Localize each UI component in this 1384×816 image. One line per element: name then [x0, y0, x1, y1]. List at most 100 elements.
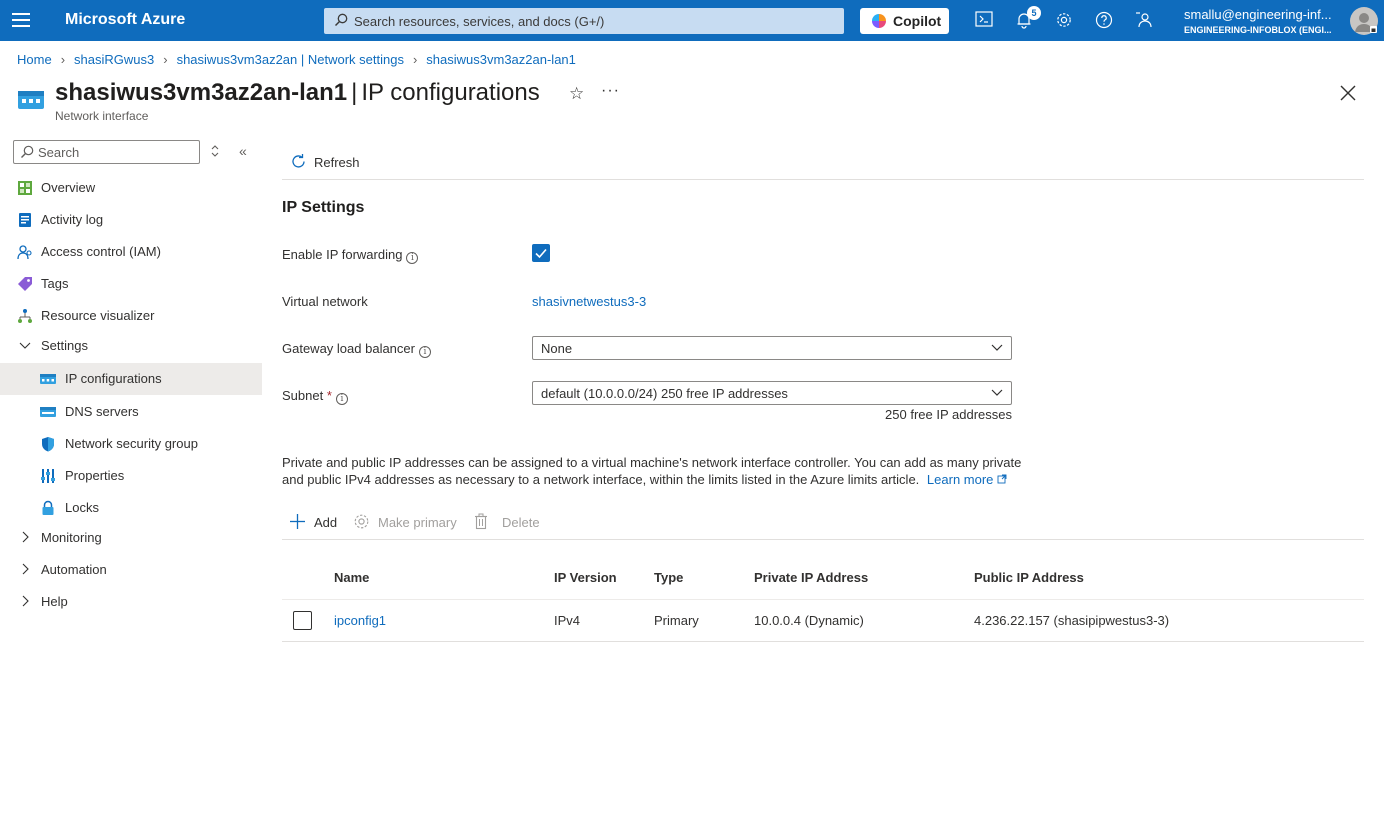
row-select-checkbox[interactable] — [293, 611, 312, 630]
info-icon[interactable]: i — [335, 393, 348, 405]
ip-forwarding-checkbox[interactable] — [532, 244, 550, 262]
nav-group-monitoring[interactable]: Monitoring — [0, 522, 262, 554]
gateway-lb-label: Gateway load balancer i — [282, 341, 431, 358]
info-icon[interactable]: i — [406, 252, 419, 264]
copilot-button[interactable]: Copilot — [860, 8, 949, 34]
search-icon — [334, 13, 348, 27]
nav-item-label: Help — [41, 594, 68, 609]
global-search[interactable] — [324, 8, 844, 34]
nav-group-help[interactable]: Help — [0, 586, 262, 618]
subnet-value: default (10.0.0.0/24) 250 free IP addres… — [541, 386, 788, 401]
ip-version-cell: IPv4 — [554, 613, 581, 628]
nav-item-label: Resource visualizer — [41, 308, 155, 323]
nav-search[interactable] — [13, 140, 200, 164]
ipconfig-name-link[interactable]: ipconfig1 — [334, 613, 386, 628]
network-interface-icon — [18, 91, 44, 109]
make-primary-label: Make primary — [378, 515, 457, 530]
account-email[interactable]: smallu@engineering-inf... — [1184, 7, 1344, 22]
menu-icon[interactable] — [12, 13, 30, 27]
lock-icon — [42, 500, 54, 515]
notifications-bell-icon[interactable]: 5 — [1015, 6, 1041, 31]
nav-item-label: Monitoring — [41, 530, 102, 545]
global-search-input[interactable] — [354, 8, 834, 34]
info-icon[interactable]: i — [418, 346, 431, 358]
chevron-down-icon — [991, 344, 1003, 351]
top-bar: Microsoft Azure Copilot 5 smallu@enginee… — [0, 0, 1384, 41]
nav-item-label: Tags — [41, 276, 69, 291]
more-options-icon[interactable]: ··· — [601, 82, 620, 100]
breadcrumb-home[interactable]: Home — [17, 52, 52, 67]
sort-icon[interactable] — [210, 145, 220, 157]
gateway-lb-dropdown[interactable]: None — [532, 336, 1012, 360]
copilot-logo-icon — [872, 14, 886, 28]
brand-name[interactable]: Microsoft Azure — [65, 11, 185, 29]
favorite-star-icon[interactable]: ☆ — [569, 84, 584, 104]
resource-type: Network interface — [55, 109, 149, 123]
nav-item-overview[interactable]: Overview — [0, 172, 262, 204]
breadcrumb: Home › shasiRGwus3 › shasiwus3vm3az2an |… — [17, 52, 576, 67]
nav-item-activity-log[interactable]: Activity log — [0, 204, 262, 236]
virtual-network-link[interactable]: shasivnetwestus3-3 — [532, 294, 646, 309]
nav-item-access-control[interactable]: Access control (IAM) — [0, 236, 262, 268]
avatar[interactable] — [1350, 7, 1378, 35]
page-name: IP configurations — [361, 79, 540, 106]
column-header-ip-version[interactable]: IP Version — [554, 570, 617, 585]
dns-icon — [40, 407, 56, 417]
table-row[interactable]: ipconfig1 IPv4 Primary 10.0.0.4 (Dynamic… — [282, 600, 1364, 642]
nav-item-locks[interactable]: Locks — [0, 492, 262, 524]
nav-search-input[interactable] — [38, 141, 196, 163]
column-header-name[interactable]: Name — [334, 570, 369, 585]
add-label: Add — [314, 515, 338, 530]
visualizer-icon — [18, 309, 32, 323]
iam-icon — [17, 245, 32, 260]
refresh-label: Refresh — [314, 155, 360, 170]
tag-icon — [18, 277, 32, 291]
breadcrumb-resource-group[interactable]: shasiRGwus3 — [74, 52, 154, 67]
nav-item-ip-configurations[interactable]: IP configurations — [0, 363, 262, 395]
nav-item-properties[interactable]: Properties — [0, 460, 262, 492]
column-header-type[interactable]: Type — [654, 570, 683, 585]
subnet-dropdown[interactable]: default (10.0.0.0/24) 250 free IP addres… — [532, 381, 1012, 405]
chevron-right-icon — [22, 531, 29, 543]
overview-icon — [18, 181, 32, 195]
page-title: shasiwus3vm3az2an-lan1 | IP configurations — [55, 79, 540, 106]
cloud-shell-icon[interactable] — [975, 11, 995, 31]
chevron-right-icon: › — [163, 52, 168, 67]
nav-item-label: Activity log — [41, 212, 104, 227]
feedback-icon[interactable] — [1135, 11, 1155, 31]
chevron-down-icon — [19, 342, 31, 349]
learn-more-link[interactable]: Learn more — [927, 472, 1007, 487]
nav-group-automation[interactable]: Automation — [0, 554, 262, 586]
settings-gear-icon[interactable] — [1055, 11, 1075, 31]
account-directory[interactable]: ENGINEERING-INFOBLOX (ENGI... — [1184, 25, 1344, 35]
breadcrumb-nic[interactable]: shasiwus3vm3az2an-lan1 — [426, 52, 576, 67]
public-ip-cell: 4.236.22.157 (shasipipwestus3-3) — [974, 613, 1170, 628]
chevron-right-icon — [22, 595, 29, 607]
virtual-network-label: Virtual network — [282, 294, 368, 309]
nav-item-label: Network security group — [65, 436, 198, 451]
column-header-public-ip[interactable]: Public IP Address — [974, 570, 1084, 585]
gateway-lb-value: None — [541, 341, 573, 356]
shield-icon — [42, 437, 54, 452]
nav-item-dns-servers[interactable]: DNS servers — [0, 396, 262, 428]
checkmark-icon — [535, 248, 547, 259]
column-header-private-ip[interactable]: Private IP Address — [754, 570, 868, 585]
nav-item-label: Properties — [65, 468, 125, 483]
gear-icon — [354, 514, 369, 529]
chevron-down-icon — [991, 389, 1003, 396]
search-icon — [21, 145, 34, 158]
nav-group-settings[interactable]: Settings — [0, 330, 262, 362]
help-icon[interactable] — [1095, 11, 1115, 31]
nav-item-tags[interactable]: Tags — [0, 268, 262, 300]
nav-item-label: Settings — [41, 338, 88, 353]
nav-item-label: Overview — [41, 180, 96, 195]
collapse-nav-icon[interactable]: « — [239, 143, 247, 159]
close-icon[interactable] — [1339, 84, 1357, 102]
type-cell: Primary — [654, 613, 699, 628]
nav-item-resource-visualizer[interactable]: Resource visualizer — [0, 300, 262, 332]
nav-item-network-security-group[interactable]: Network security group — [0, 428, 262, 460]
refresh-icon — [292, 154, 305, 168]
description-text: Private and public IP addresses can be a… — [282, 455, 1022, 487]
properties-icon — [41, 469, 55, 483]
breadcrumb-vm-network[interactable]: shasiwus3vm3az2an | Network settings — [177, 52, 404, 67]
